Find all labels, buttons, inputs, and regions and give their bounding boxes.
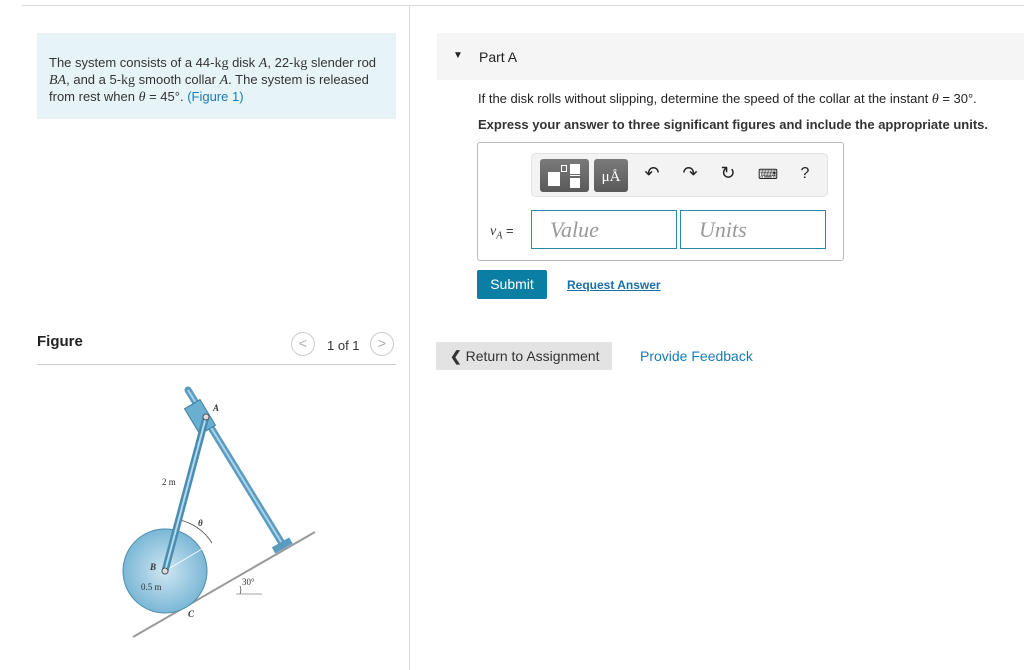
request-answer-link[interactable]: Request Answer: [567, 278, 661, 292]
part-a-title: Part A: [479, 49, 518, 65]
figure-diagram: A B C 2 m 0.5 m θ 30°: [122, 386, 316, 638]
question-text: If the disk rolls without slipping, dete…: [478, 91, 977, 107]
instruction-text: Express your answer to three significant…: [478, 117, 988, 132]
templates-button[interactable]: [540, 159, 589, 192]
chevron-left-icon: ❮: [450, 348, 466, 364]
keyboard-icon[interactable]: ⌨: [756, 166, 780, 183]
undo-icon[interactable]: ↶: [640, 163, 664, 184]
label-C: C: [188, 609, 195, 619]
provide-feedback-link[interactable]: Provide Feedback: [640, 348, 753, 364]
answer-box: μÅ ↶ ↷ ↻ ⌨ ? vA = Value Units: [477, 142, 844, 261]
units-button[interactable]: μÅ: [594, 159, 628, 192]
label-B: B: [149, 562, 156, 572]
reset-icon[interactable]: ↻: [716, 163, 740, 184]
label-radius: 0.5 m: [141, 582, 162, 592]
submit-button[interactable]: Submit: [477, 270, 547, 299]
collapse-triangle-icon[interactable]: ▼: [453, 50, 463, 61]
units-input[interactable]: Units: [680, 210, 826, 249]
label-incline-angle: 30°: [242, 577, 255, 587]
variable-label: vA =: [490, 223, 514, 242]
part-a-header[interactable]: ▼ Part A: [437, 33, 1024, 80]
label-theta: θ: [198, 518, 203, 528]
redo-icon[interactable]: ↷: [678, 163, 702, 184]
value-input[interactable]: Value: [531, 210, 677, 249]
label-A: A: [212, 403, 219, 413]
math-toolbar: μÅ ↶ ↷ ↻ ⌨ ?: [531, 153, 828, 197]
help-button[interactable]: ?: [793, 165, 817, 183]
return-to-assignment-button[interactable]: ❮ Return to Assignment: [436, 342, 612, 370]
label-rod-length: 2 m: [162, 477, 176, 487]
